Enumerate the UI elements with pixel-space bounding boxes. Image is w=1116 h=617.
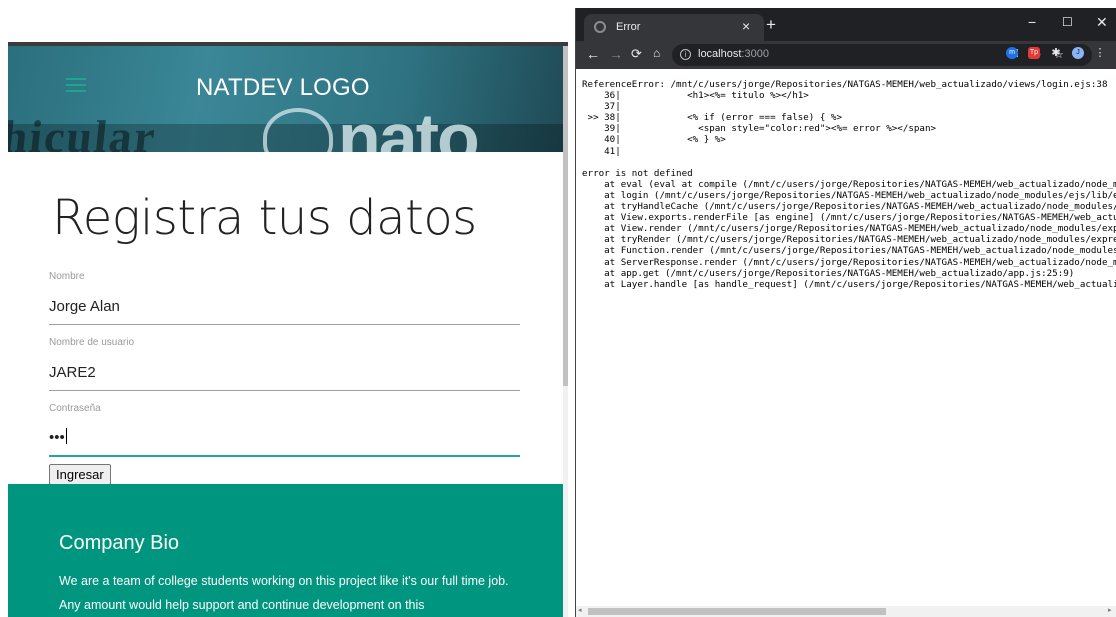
page-title: Registra tus datos: [52, 190, 477, 246]
forward-arrow-icon[interactable]: →: [609, 46, 623, 62]
site-footer: Company Bio We are a team of college stu…: [8, 484, 563, 617]
extensions-puzzle-icon[interactable]: ✱: [1050, 47, 1062, 59]
extension-m-icon[interactable]: m: [1006, 47, 1018, 59]
scroll-left-icon[interactable]: ◂: [578, 606, 582, 614]
header-background-word: hicular: [8, 111, 160, 152]
browser-window: Error × + − ☐ ✕ ← → ⟳ ⌂ i localhost:3000…: [575, 8, 1116, 617]
error-line: 41|: [582, 145, 621, 157]
header-background-brand: nato: [338, 99, 480, 152]
reload-icon[interactable]: ⟳: [631, 46, 642, 62]
horizontal-scrollbar[interactable]: ◂ ▸: [576, 606, 1116, 617]
new-tab-button[interactable]: +: [766, 15, 776, 35]
password-label: Contraseña: [49, 403, 101, 414]
error-line: 40| <% } %>: [582, 134, 726, 146]
password-underline-active: [49, 455, 520, 457]
profile-avatar[interactable]: J: [1072, 47, 1084, 59]
tab-error[interactable]: Error ×: [584, 14, 764, 41]
scrollbar-thumb[interactable]: [588, 608, 886, 615]
ingresar-button[interactable]: Ingresar: [49, 464, 111, 485]
home-icon[interactable]: ⌂: [653, 46, 660, 60]
error-line: error is not defined: [582, 167, 693, 179]
error-line: ReferenceError: /mnt/c/users/jorge/Repos…: [582, 79, 1108, 90]
error-line: 39| <span style="color:red"><%= error %>…: [582, 123, 937, 135]
tab-title: Error: [616, 21, 641, 33]
error-line: at login (/mnt/c/users/jorge/Repositorie…: [582, 189, 1116, 201]
error-line: at View.render (/mnt/c/users/jorge/Repos…: [582, 223, 1116, 235]
text-caret: [65, 428, 67, 444]
maximize-button[interactable]: ☐: [1062, 15, 1073, 29]
error-line: at tryRender (/mnt/c/users/jorge/Reposit…: [582, 234, 1116, 246]
extension-tp-icon[interactable]: Tp: [1028, 47, 1040, 59]
error-line: [582, 157, 1116, 168]
error-line: 36| <h1><%= titulo %></h1>: [582, 90, 809, 102]
header-flower-logo: [263, 108, 333, 152]
error-page: ReferenceError: /mnt/c/users/jorge/Repos…: [576, 69, 1116, 604]
tab-close-icon[interactable]: ×: [742, 18, 750, 34]
url-port: :3000: [741, 48, 769, 60]
error-line: at View.exports.renderFile [as engine] (…: [582, 212, 1116, 224]
site-logo[interactable]: NATDEV LOGO: [196, 74, 370, 102]
usuario-underline: [49, 390, 520, 391]
error-line: at Function.render (/mnt/c/users/jorge/R…: [582, 245, 1116, 257]
password-dots: •••: [49, 429, 65, 446]
error-line: at app.get (/mnt/c/users/jorge/Repositor…: [582, 267, 1075, 279]
password-field[interactable]: •••: [49, 428, 67, 446]
error-line: at eval (eval at compile (/mnt/c/users/j…: [582, 178, 1116, 190]
hamburger-menu-icon[interactable]: [66, 78, 86, 92]
error-stack-trace: ReferenceError: /mnt/c/users/jorge/Repos…: [582, 79, 1116, 290]
tab-strip: Error × + − ☐ ✕: [576, 8, 1116, 41]
browser-menu-icon[interactable]: ⋮: [1094, 47, 1106, 59]
nombre-label: Nombre: [49, 271, 85, 282]
url-text[interactable]: localhost:3000: [698, 48, 769, 60]
nombre-field[interactable]: Jorge Alan: [49, 298, 120, 315]
vertical-scrollbar[interactable]: [563, 46, 568, 617]
registration-page: hicular nato NATDEV LOGO Registra tus da…: [0, 0, 568, 617]
scrollbar-thumb[interactable]: [563, 46, 568, 386]
info-icon[interactable]: i: [680, 49, 691, 60]
error-line: 37|: [582, 101, 621, 113]
error-line: at ServerResponse.render (/mnt/c/users/j…: [582, 256, 1116, 268]
url-host: localhost: [698, 48, 742, 60]
error-line: >> 38| <% if (error === false) { %>: [582, 112, 842, 124]
footer-bio-text: We are a team of college students workin…: [59, 574, 509, 612]
minimize-button[interactable]: −: [1028, 14, 1036, 30]
globe-icon: [594, 21, 606, 33]
footer-title: Company Bio: [59, 532, 180, 554]
usuario-field[interactable]: JARE2: [49, 364, 96, 381]
usuario-label: Nombre de usuario: [49, 337, 135, 348]
error-line: at Layer.handle [as handle_request] (/mn…: [582, 278, 1116, 290]
close-window-button[interactable]: ✕: [1096, 14, 1108, 31]
error-line: at tryHandleCache (/mnt/c/users/jorge/Re…: [582, 201, 1116, 213]
nombre-underline: [49, 324, 520, 325]
scroll-right-icon[interactable]: ▸: [1108, 606, 1112, 614]
back-arrow-icon[interactable]: ←: [586, 46, 600, 62]
